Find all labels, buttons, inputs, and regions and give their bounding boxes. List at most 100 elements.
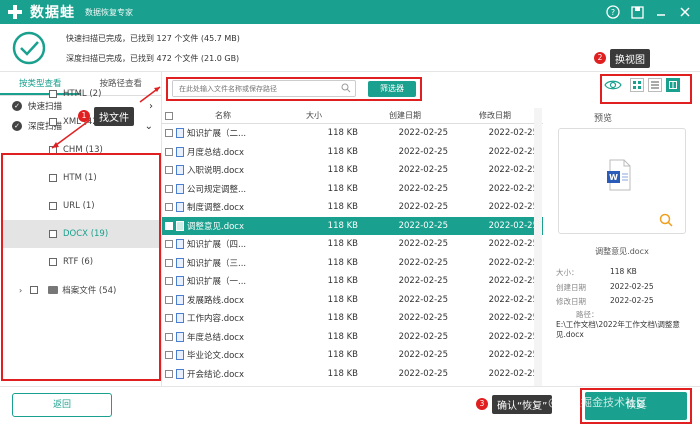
annotation-badge-3: 3	[476, 398, 488, 410]
docx-file-icon	[176, 165, 184, 176]
row-checkbox[interactable]	[162, 258, 176, 267]
file-modified: 2022-02-25	[488, 146, 538, 157]
docx-file-icon	[176, 368, 184, 379]
header-modified[interactable]: 修改日期	[452, 110, 542, 121]
title-bar: 数据蛙 数据恢复专家 ?	[0, 0, 700, 24]
file-size: 118 KB	[327, 146, 358, 157]
close-icon[interactable]	[676, 3, 694, 21]
file-created: 2022-02-25	[398, 368, 448, 379]
row-checkbox[interactable]	[162, 147, 176, 156]
header-size[interactable]: 大小	[270, 110, 362, 121]
file-name-cell: 年度总结.docx	[176, 331, 270, 343]
file-name: 调整意见.docx	[187, 221, 245, 232]
row-checkbox[interactable]	[162, 277, 176, 286]
back-button[interactable]: 返回	[12, 393, 112, 417]
docx-file-icon	[176, 183, 184, 194]
file-name-cell: 公司规定调整...	[176, 183, 270, 195]
table-row[interactable]: 工作内容.docx 118 KB 2022-02-25 2022-02-25	[162, 309, 543, 328]
tree-item-html[interactable]: HTML (2)	[3, 80, 160, 108]
file-modified: 2022-02-25	[488, 350, 538, 361]
preview-size-row: 大小： 118 KB	[556, 267, 637, 278]
table-row[interactable]: 开会结论.docx 118 KB 2022-02-25 2022-02-25	[162, 365, 543, 384]
table-row[interactable]: 制度调整.docx 118 KB 2022-02-25 2022-02-25	[162, 198, 543, 217]
row-checkbox[interactable]	[162, 240, 176, 249]
annotation-box-file-tree	[1, 153, 161, 381]
file-modified: 2022-02-25	[488, 239, 538, 250]
annotation-box-search	[166, 77, 422, 101]
table-row[interactable]: 知识扩展（一... 118 KB 2022-02-25 2022-02-25	[162, 272, 543, 291]
select-all-checkbox[interactable]	[162, 111, 176, 120]
file-name-cell: 知识扩展（一...	[176, 275, 270, 287]
preview-path-value: E:\工作文档\2022年工作文档\调整意见.docx	[556, 320, 680, 339]
table-row[interactable]: 调整意见.docx 118 KB 2022-02-25 2022-02-25	[162, 216, 543, 235]
row-checkbox[interactable]	[162, 203, 176, 212]
file-modified: 2022-02-25	[488, 220, 538, 231]
file-modified: 2022-02-25	[488, 294, 538, 305]
minimize-icon[interactable]	[652, 3, 670, 21]
annotation-find-files: 找文件	[94, 107, 134, 126]
svg-text:?: ?	[611, 8, 615, 17]
row-checkbox[interactable]	[162, 332, 176, 341]
file-size: 118 KB	[327, 257, 358, 268]
save-icon[interactable]	[628, 3, 646, 21]
row-checkbox[interactable]	[162, 369, 176, 378]
file-created: 2022-02-25	[398, 165, 448, 176]
magnifier-icon[interactable]	[659, 213, 673, 227]
file-size: 118 KB	[327, 128, 358, 139]
docx-file-icon	[176, 276, 184, 287]
file-name: 入职说明.docx	[187, 166, 245, 177]
file-created: 2022-02-25	[398, 220, 448, 231]
table-scrollbar[interactable]	[534, 108, 542, 386]
row-checkbox[interactable]	[162, 221, 176, 230]
docx-file-icon	[176, 128, 184, 139]
file-name: 知识扩展（二...	[187, 129, 247, 140]
row-checkbox[interactable]	[162, 295, 176, 304]
preview-size-value: 118 KB	[610, 267, 637, 276]
file-name: 工作内容.docx	[187, 314, 245, 325]
file-size: 118 KB	[327, 220, 358, 231]
row-checkbox[interactable]	[162, 166, 176, 175]
file-name: 知识扩展（三...	[187, 258, 247, 269]
file-created: 2022-02-25	[398, 239, 448, 250]
help-icon[interactable]: ?	[604, 3, 622, 21]
svg-text:W: W	[609, 173, 618, 182]
file-size: 118 KB	[327, 183, 358, 194]
annotation-switch-view: 换视图	[610, 49, 650, 68]
table-row[interactable]: 年度总结.docx 118 KB 2022-02-25 2022-02-25	[162, 328, 543, 347]
row-checkbox[interactable]	[162, 351, 176, 360]
scan-status: 快速扫描已完成，已找到 127 个文件 (45.7 MB) 深度扫描已完成，已找…	[0, 24, 700, 72]
file-modified: 2022-02-25	[488, 165, 538, 176]
docx-file-icon	[176, 294, 184, 305]
preview-created-value: 2022-02-25	[610, 282, 654, 291]
header-created[interactable]: 创建日期	[362, 110, 452, 121]
file-name: 年度总结.docx	[187, 332, 245, 343]
file-size: 118 KB	[327, 331, 358, 342]
table-row[interactable]: 月度总结.docx 118 KB 2022-02-25 2022-02-25	[162, 143, 543, 162]
table-row[interactable]: 知识扩展（四... 118 KB 2022-02-25 2022-02-25	[162, 235, 543, 254]
file-name-cell: 发展路线.docx	[176, 294, 270, 306]
preview-modified-value: 2022-02-25	[610, 296, 654, 305]
table-row[interactable]: 公司规定调整... 118 KB 2022-02-25 2022-02-25	[162, 180, 543, 199]
table-row[interactable]: 知识扩展（三... 118 KB 2022-02-25 2022-02-25	[162, 254, 543, 273]
checkbox[interactable]	[49, 90, 57, 98]
deep-scan-status: 深度扫描已完成，已找到 472 个文件 (21.0 GB)	[66, 54, 240, 63]
file-modified: 2022-02-25	[488, 276, 538, 287]
quick-scan-status: 快速扫描已完成，已找到 127 个文件 (45.7 MB)	[66, 34, 240, 43]
header-name[interactable]: 名称	[176, 110, 270, 121]
table-row[interactable]: 毕业论文.docx 118 KB 2022-02-25 2022-02-25	[162, 346, 543, 365]
file-name: 知识扩展（一...	[187, 277, 247, 288]
table-row[interactable]: 入职说明.docx 118 KB 2022-02-25 2022-02-25	[162, 161, 543, 180]
docx-file-icon	[176, 146, 184, 157]
file-created: 2022-02-25	[398, 128, 448, 139]
table-row[interactable]: 知识扩展（二... 118 KB 2022-02-25 2022-02-25	[162, 124, 543, 143]
row-checkbox[interactable]	[162, 184, 176, 193]
file-size: 118 KB	[327, 313, 358, 324]
annotation-arrow-to-search	[139, 86, 161, 103]
file-modified: 2022-02-25	[488, 202, 538, 213]
row-checkbox[interactable]	[162, 314, 176, 323]
table-row[interactable]: 发展路线.docx 118 KB 2022-02-25 2022-02-25	[162, 291, 543, 310]
row-checkbox[interactable]	[162, 129, 176, 138]
docx-file-icon	[176, 313, 184, 324]
preview-title: 预览	[594, 114, 613, 124]
file-modified: 2022-02-25	[488, 313, 538, 324]
